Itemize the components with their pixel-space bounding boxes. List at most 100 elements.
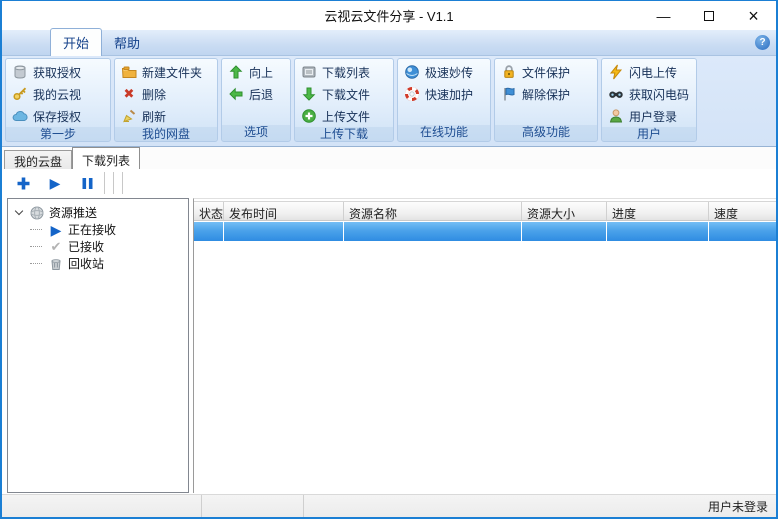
button-label: 删除 bbox=[142, 87, 167, 102]
get-lightning-code-button[interactable]: 获取闪电码 bbox=[608, 83, 696, 105]
flag-icon bbox=[501, 86, 517, 102]
user-login-status: 用户未登录 bbox=[707, 499, 768, 514]
my-yunshi-button[interactable]: 我的云视 bbox=[12, 83, 110, 105]
tab-my-cloud-disk[interactable]: 我的云盘 bbox=[4, 150, 73, 169]
ribbon-group-label: 高级功能 bbox=[495, 125, 597, 141]
column-header-speed[interactable]: 速度 bbox=[709, 202, 776, 220]
ribbon-tab-strip: 开始 帮助 ? bbox=[2, 28, 776, 56]
column-header-publish-time[interactable]: 发布时间 bbox=[224, 202, 344, 220]
refresh-button[interactable]: 刷新 bbox=[121, 105, 217, 127]
sphere-icon bbox=[29, 205, 45, 221]
ribbon-group-label: 上传下载 bbox=[295, 127, 393, 141]
back-button[interactable]: 后退 bbox=[228, 83, 290, 105]
file-protect-button[interactable]: 文件保护 bbox=[501, 61, 597, 83]
ribbon-group-label: 用户 bbox=[602, 127, 696, 141]
button-label: 快速加护 bbox=[425, 87, 474, 102]
group-items: 文件保护 解除保护 bbox=[495, 59, 597, 125]
window-title: 云视云文件分享 - V1.1 bbox=[324, 9, 454, 24]
ribbon-group-label: 第一步 bbox=[6, 127, 110, 141]
download-file-button[interactable]: 下载文件 bbox=[301, 83, 393, 105]
unprotect-button[interactable]: 解除保护 bbox=[501, 83, 597, 105]
ribbon-group-user: 闪电上传 获取闪电码 用户登录 用户 bbox=[601, 58, 697, 142]
lifebuoy-icon bbox=[404, 86, 420, 102]
tree-node-label: 已接收 bbox=[68, 240, 105, 254]
button-label: 我的云视 bbox=[33, 87, 82, 102]
table-row-selected[interactable] bbox=[194, 222, 776, 241]
tab-start[interactable]: 开始 bbox=[50, 28, 103, 56]
tree-node-receiving[interactable]: ▶ 正在接收 bbox=[8, 221, 188, 238]
pause-task-button[interactable] bbox=[78, 174, 96, 192]
ribbon-group-label: 选项 bbox=[222, 125, 290, 141]
delete-button[interactable]: ✖ 删除 bbox=[121, 83, 217, 105]
lightning-icon bbox=[608, 64, 624, 80]
column-header-status[interactable]: 状态 bbox=[194, 202, 224, 220]
button-label: 下载文件 bbox=[322, 87, 371, 102]
quick-protect-button[interactable]: 快速加护 bbox=[404, 83, 490, 105]
group-items: 闪电上传 获取闪电码 用户登录 bbox=[602, 59, 696, 127]
pause-icon bbox=[82, 177, 92, 189]
delete-icon: ✖ bbox=[123, 86, 135, 101]
user-login-button[interactable]: 用户登录 bbox=[608, 105, 696, 127]
button-label: 获取闪电码 bbox=[629, 87, 690, 102]
tree-node-received[interactable]: ✔ 已接收 bbox=[8, 238, 188, 255]
button-label: 文件保护 bbox=[522, 65, 571, 80]
speed-transfer-globe-icon bbox=[404, 64, 420, 80]
help-icon[interactable]: ? bbox=[755, 35, 770, 50]
add-task-button[interactable] bbox=[14, 174, 32, 192]
play-icon: ▶ bbox=[50, 221, 62, 238]
tree-node-resource-push[interactable]: 资源推送 bbox=[8, 204, 188, 221]
ribbon-group-my-disk: 新建文件夹 ✖ 删除 刷新 我的网盘 bbox=[114, 58, 218, 142]
up-button[interactable]: 向上 bbox=[228, 61, 290, 83]
button-label: 刷新 bbox=[142, 109, 167, 124]
tree-node-label: 资源推送 bbox=[49, 206, 98, 220]
group-items: 下载列表 下载文件 上传文件 bbox=[295, 59, 393, 127]
download-table-panel: 状态 发布时间 资源名称 资源大小 进度 速度 bbox=[193, 198, 776, 493]
button-label: 极速妙传 bbox=[425, 65, 474, 80]
binoculars-icon bbox=[608, 86, 624, 102]
tree-node-recycle-bin[interactable]: 回收站 bbox=[8, 255, 188, 272]
tree-connector bbox=[30, 263, 42, 264]
plus-icon bbox=[17, 177, 29, 189]
status-segment bbox=[202, 495, 304, 517]
tree-node-label: 正在接收 bbox=[68, 223, 117, 237]
app-window: 云视云文件分享 - V1.1 — × 开始 帮助 ? 获取授权 我的云视 保存授… bbox=[0, 0, 778, 519]
ribbon: 获取授权 我的云视 保存授权 第一步 新建文件夹 ✖ 删除 刷新 我的网盘 向上… bbox=[2, 56, 776, 147]
tree-node-label: 回收站 bbox=[68, 257, 105, 271]
download-file-icon bbox=[301, 86, 317, 102]
group-items: 获取授权 我的云视 保存授权 bbox=[6, 59, 110, 127]
download-list-button[interactable]: 下载列表 bbox=[301, 61, 393, 83]
column-header-resource-size[interactable]: 资源大小 bbox=[522, 202, 607, 220]
tree-connector bbox=[30, 246, 42, 247]
button-label: 下载列表 bbox=[322, 65, 371, 80]
group-items: 向上 后退 bbox=[222, 59, 290, 125]
tab-download-list[interactable]: 下载列表 bbox=[72, 147, 141, 169]
main-content: 资源推送 ▶ 正在接收 ✔ 已接收 回收站 状态 发布时间 资源名称 资源大小 … bbox=[2, 197, 776, 494]
button-label: 上传文件 bbox=[322, 109, 371, 124]
chevron-down-icon[interactable] bbox=[14, 206, 24, 216]
button-label: 获取授权 bbox=[33, 65, 82, 80]
resource-tree-panel: 资源推送 ▶ 正在接收 ✔ 已接收 回收站 bbox=[7, 198, 189, 493]
save-authorization-button[interactable]: 保存授权 bbox=[12, 105, 110, 127]
group-items: 新建文件夹 ✖ 删除 刷新 bbox=[115, 59, 217, 127]
table-header-row: 状态 发布时间 资源名称 资源大小 进度 速度 bbox=[194, 201, 776, 221]
ribbon-group-label: 我的网盘 bbox=[115, 127, 217, 141]
ribbon-group-options: 向上 后退 选项 bbox=[221, 58, 291, 142]
column-header-resource-name[interactable]: 资源名称 bbox=[344, 202, 522, 220]
column-header-progress[interactable]: 进度 bbox=[607, 202, 709, 220]
upload-file-icon bbox=[301, 108, 317, 124]
new-folder-icon bbox=[121, 64, 137, 80]
get-authorization-button[interactable]: 获取授权 bbox=[12, 61, 110, 83]
new-folder-button[interactable]: 新建文件夹 bbox=[121, 61, 217, 83]
ribbon-group-label: 在线功能 bbox=[398, 125, 490, 141]
check-icon: ✔ bbox=[50, 238, 62, 254]
tab-help[interactable]: 帮助 bbox=[102, 29, 152, 55]
tree-connector bbox=[30, 229, 42, 230]
upload-file-button[interactable]: 上传文件 bbox=[301, 105, 393, 127]
lightning-upload-button[interactable]: 闪电上传 bbox=[608, 61, 696, 83]
start-task-button[interactable]: ▶ bbox=[46, 174, 64, 192]
database-icon bbox=[12, 64, 28, 80]
play-icon: ▶ bbox=[49, 175, 61, 191]
speed-transfer-button[interactable]: 极速妙传 bbox=[404, 61, 490, 83]
ribbon-group-upload-download: 下载列表 下载文件 上传文件 上传下载 bbox=[294, 58, 394, 142]
button-label: 用户登录 bbox=[629, 109, 678, 124]
